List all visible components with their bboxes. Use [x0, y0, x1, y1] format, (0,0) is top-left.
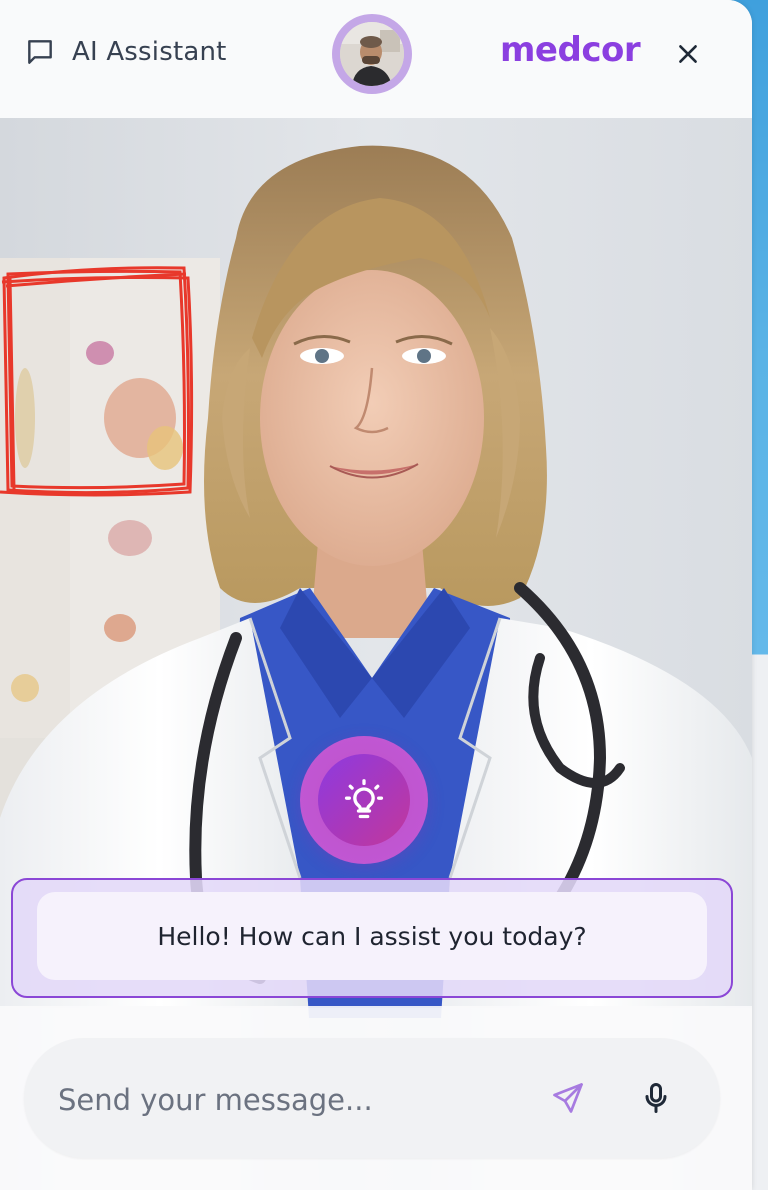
greeting-message: Hello! How can I assist you today?: [157, 921, 587, 951]
message-composer: [24, 1038, 720, 1158]
greeting-bubble: Hello! How can I assist you today?: [37, 892, 707, 980]
send-icon: [553, 1083, 583, 1113]
suggestion-button-inner: [318, 754, 410, 846]
composer-bar: [0, 1006, 752, 1190]
user-avatar[interactable]: [332, 14, 412, 94]
lightbulb-icon: [344, 779, 384, 819]
header-left: AI Assistant: [24, 36, 227, 68]
microphone-button[interactable]: [638, 1080, 674, 1116]
brand-logo: medcor: [500, 30, 641, 70]
message-input[interactable]: [56, 1074, 500, 1126]
close-icon: [679, 45, 697, 63]
assistant-widget: AI Assistant medcor Hello! How can I ass…: [0, 0, 752, 1190]
suggestion-button[interactable]: [300, 736, 428, 864]
avatar-photo: [340, 22, 404, 86]
header-title: AI Assistant: [72, 37, 227, 67]
chat-bubble-icon: [24, 36, 56, 68]
header: AI Assistant medcor: [0, 0, 752, 118]
greeting-card: Hello! How can I assist you today?: [11, 878, 733, 998]
send-button[interactable]: [550, 1080, 586, 1116]
close-button[interactable]: [670, 36, 706, 72]
microphone-icon: [645, 1083, 667, 1113]
